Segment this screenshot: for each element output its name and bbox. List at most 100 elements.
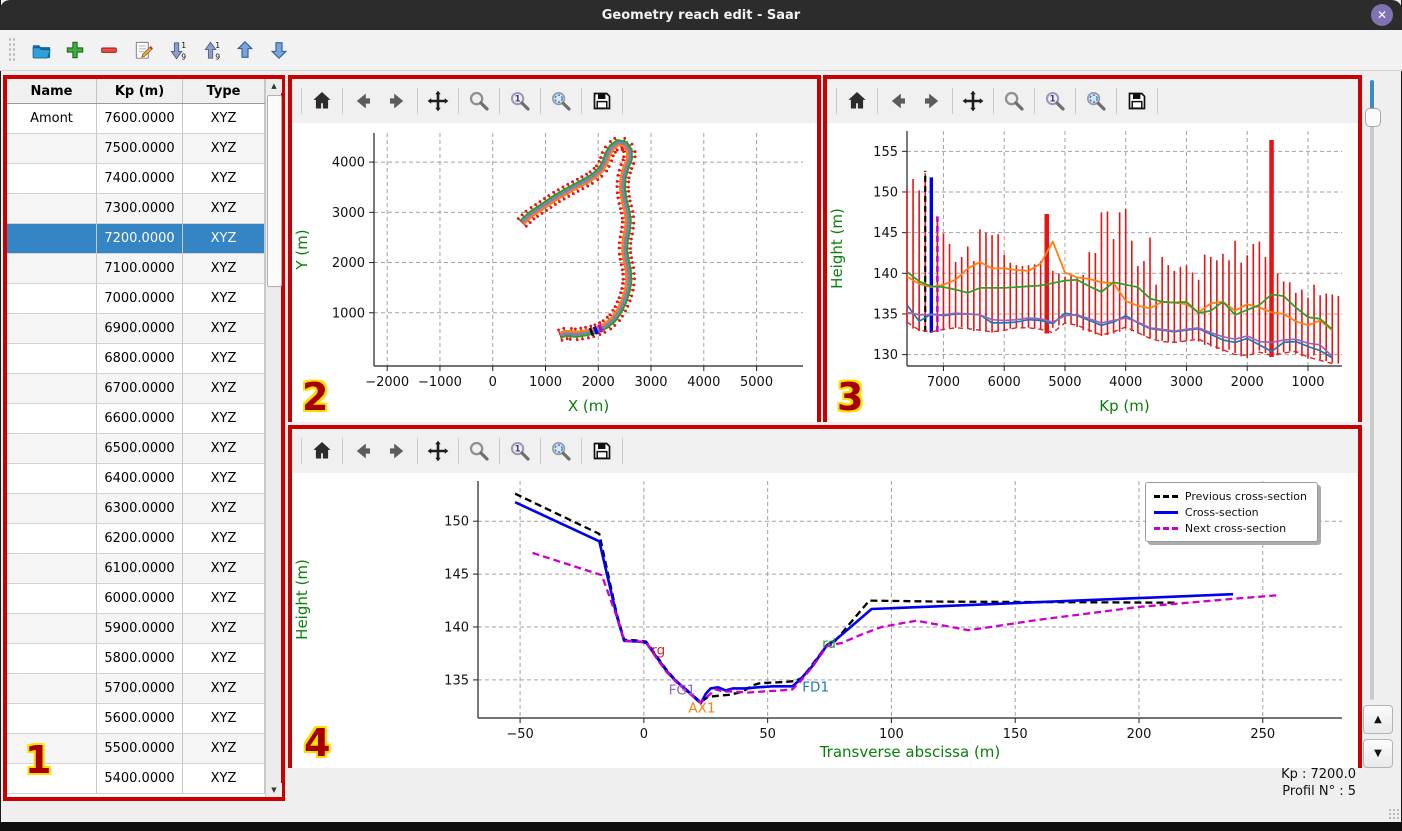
scroll-down-icon[interactable]: ▼	[266, 783, 282, 797]
table-cell[interactable]: 6200.0000	[97, 524, 183, 554]
table-cell[interactable]: XYZ	[183, 464, 265, 494]
table-cell[interactable]	[7, 674, 97, 704]
table-cell[interactable]: XYZ	[183, 104, 265, 134]
save-icon[interactable]	[589, 438, 615, 464]
edit-icon[interactable]	[131, 38, 155, 62]
table-cell[interactable]: XYZ	[183, 434, 265, 464]
long-profile-plot[interactable]: 7000 6000 5000 4000 3000 2000 1000 130 135 140 145…	[827, 123, 1358, 418]
table-cell[interactable]	[7, 734, 97, 764]
title-bar[interactable]: Geometry reach edit - Saar ✕	[0, 0, 1402, 30]
table-cell[interactable]: 6100.0000	[97, 554, 183, 584]
table-row[interactable]: 7400.0000 XYZ	[7, 164, 265, 194]
table-row[interactable]: 6700.0000 XYZ	[7, 374, 265, 404]
table-cell[interactable]: 7500.0000	[97, 134, 183, 164]
table-row[interactable]: 5700.0000 XYZ	[7, 674, 265, 704]
table-row[interactable]: 6600.0000 XYZ	[7, 404, 265, 434]
table-cell[interactable]: 6700.0000	[97, 374, 183, 404]
column-header-kp[interactable]: Kp (m)	[97, 79, 183, 103]
sort-descending-icon[interactable]: 19	[165, 38, 189, 62]
table-row[interactable]: 7100.0000 XYZ	[7, 254, 265, 284]
forward-icon[interactable]	[384, 88, 410, 114]
zoom-rect-icon[interactable]	[466, 438, 492, 464]
zoom-one-icon[interactable]: 1	[507, 438, 533, 464]
table-cell[interactable]	[7, 284, 97, 314]
table-cell[interactable]: XYZ	[183, 764, 265, 794]
table-row[interactable]: 5900.0000 XYZ	[7, 614, 265, 644]
table-cell[interactable]	[7, 314, 97, 344]
table-cell[interactable]: XYZ	[183, 314, 265, 344]
table-row[interactable]: 7200.0000 XYZ	[7, 224, 265, 254]
table-cell[interactable]: 6000.0000	[97, 584, 183, 614]
move-down-icon[interactable]	[267, 38, 291, 62]
table-row[interactable]: Amont 7600.0000 XYZ	[7, 104, 265, 134]
table-cell[interactable]	[7, 134, 97, 164]
table-cell[interactable]: XYZ	[183, 614, 265, 644]
pan-icon[interactable]	[960, 88, 986, 114]
table-cell[interactable]	[7, 584, 97, 614]
table-cell[interactable]	[7, 374, 97, 404]
zoom-auto-icon[interactable]	[548, 88, 574, 114]
table-cell[interactable]: XYZ	[183, 194, 265, 224]
add-icon[interactable]	[63, 38, 87, 62]
table-cell[interactable]	[7, 164, 97, 194]
home-icon[interactable]	[844, 88, 870, 114]
table-cell[interactable]: XYZ	[183, 344, 265, 374]
save-icon[interactable]	[589, 88, 615, 114]
table-cell[interactable]: Amont	[7, 104, 97, 134]
table-row[interactable]: 6200.0000 XYZ	[7, 524, 265, 554]
pan-icon[interactable]	[425, 88, 451, 114]
table-cell[interactable]	[7, 524, 97, 554]
toolbar-drag-handle-icon[interactable]	[8, 37, 16, 63]
plan-view-plot[interactable]: −2000 −1000 0 1000 2000 3000 4000 5000 1000 2000 3…	[292, 123, 817, 418]
column-header-name[interactable]: Name	[7, 79, 97, 103]
table-cell[interactable]: 6300.0000	[97, 494, 183, 524]
table-cell[interactable]: XYZ	[183, 374, 265, 404]
table-row[interactable]: 6300.0000 XYZ	[7, 494, 265, 524]
table-cell[interactable]	[7, 344, 97, 374]
zoom-auto-icon[interactable]	[548, 438, 574, 464]
table-cell[interactable]: 7300.0000	[97, 194, 183, 224]
back-icon[interactable]	[885, 88, 911, 114]
profile-slider[interactable]	[1365, 80, 1381, 700]
table-cell[interactable]: 6600.0000	[97, 404, 183, 434]
table-cell[interactable]	[7, 644, 97, 674]
table-cell[interactable]: 5700.0000	[97, 674, 183, 704]
table-cell[interactable]: XYZ	[183, 254, 265, 284]
table-cell[interactable]: 7100.0000	[97, 254, 183, 284]
table-cell[interactable]	[7, 404, 97, 434]
table-cell[interactable]	[7, 464, 97, 494]
table-row[interactable]: 6000.0000 XYZ	[7, 584, 265, 614]
table-cell[interactable]: XYZ	[183, 554, 265, 584]
table-cell[interactable]: XYZ	[183, 494, 265, 524]
zoom-rect-icon[interactable]	[466, 88, 492, 114]
scroll-up-icon[interactable]: ▲	[266, 79, 282, 93]
table-cell[interactable]: 7200.0000	[97, 224, 183, 254]
table-cell[interactable]: XYZ	[183, 644, 265, 674]
zoom-rect-icon[interactable]	[1001, 88, 1027, 114]
table-row[interactable]: 6500.0000 XYZ	[7, 434, 265, 464]
forward-icon[interactable]	[384, 438, 410, 464]
zoom-one-icon[interactable]: 1	[507, 88, 533, 114]
table-row[interactable]: 5600.0000 XYZ	[7, 704, 265, 734]
pan-icon[interactable]	[425, 438, 451, 464]
table-cell[interactable]	[7, 704, 97, 734]
table-cell[interactable]	[7, 194, 97, 224]
table-cell[interactable]: XYZ	[183, 404, 265, 434]
table-cell[interactable]: 5900.0000	[97, 614, 183, 644]
table-row[interactable]: 6800.0000 XYZ	[7, 344, 265, 374]
table-row[interactable]: 6400.0000 XYZ	[7, 464, 265, 494]
table-cell[interactable]: 6400.0000	[97, 464, 183, 494]
table-cell[interactable]	[7, 254, 97, 284]
table-row[interactable]: 7500.0000 XYZ	[7, 134, 265, 164]
next-profile-button[interactable]: ▼	[1363, 739, 1393, 768]
table-cell[interactable]: 7600.0000	[97, 104, 183, 134]
table-row[interactable]: 7000.0000 XYZ	[7, 284, 265, 314]
back-icon[interactable]	[350, 438, 376, 464]
table-cell[interactable]: 6800.0000	[97, 344, 183, 374]
zoom-one-icon[interactable]: 1	[1042, 88, 1068, 114]
table-cell[interactable]: 5500.0000	[97, 734, 183, 764]
table-scrollbar[interactable]: ▲ ▼	[265, 79, 282, 797]
table-cell[interactable]: XYZ	[183, 164, 265, 194]
table-row[interactable]: 5800.0000 XYZ	[7, 644, 265, 674]
table-cell[interactable]: XYZ	[183, 734, 265, 764]
